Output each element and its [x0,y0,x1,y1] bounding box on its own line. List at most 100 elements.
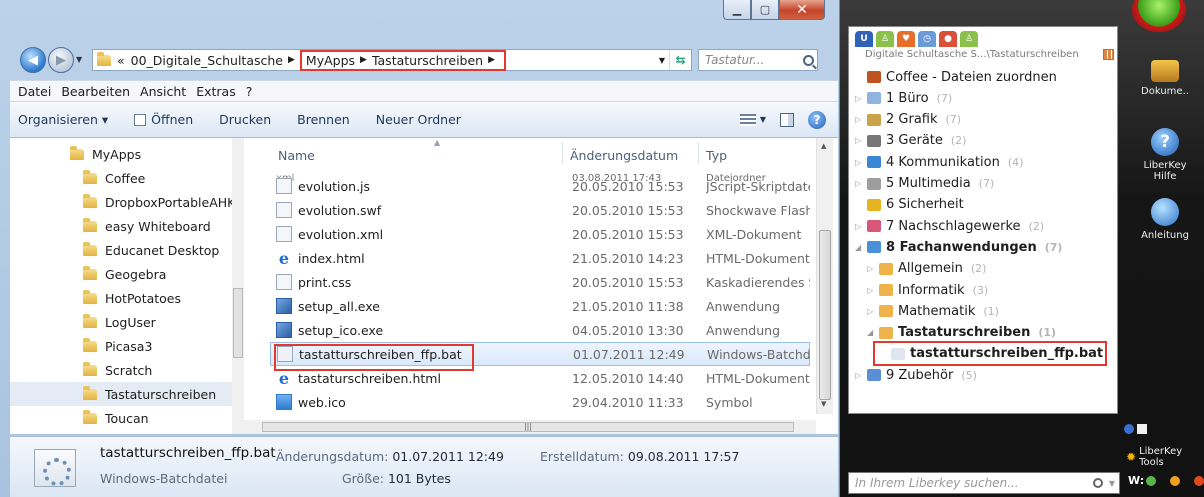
tree-item[interactable]: ▷ 2 Grafik (7) [855,110,961,130]
expand-icon[interactable]: ▷ [867,264,877,273]
expand-icon[interactable]: ▷ [855,158,865,167]
column-type[interactable]: Typ [706,148,727,163]
expand-icon[interactable]: ◢ [855,243,865,252]
minimize-button[interactable]: ▁ [723,0,751,20]
file-row[interactable]: e index.html 21.05.2010 14:23 HTML-Dokument [270,246,810,270]
scroll-down-icon[interactable]: ▼ [821,400,826,408]
chevron-right-icon[interactable]: ▶ [360,55,367,65]
help-icon[interactable]: ? [808,110,826,129]
column-separator[interactable] [698,142,699,164]
chevron-right-icon[interactable]: ▶ [288,55,295,65]
close-button[interactable]: ✕ [779,0,825,20]
guide-shortcut[interactable]: Anleitung [1130,198,1200,241]
search-icon[interactable] [803,54,814,66]
tree-item[interactable]: ◢ Tastaturschreiben (1) [867,323,1056,343]
file-row[interactable]: setup_ico.exe 04.05.2010 13:30 Anwendung [270,318,810,342]
nav-item-xmind[interactable]: Xmind [83,430,145,434]
liberkey-orb-icon[interactable] [1132,0,1186,32]
tree-item[interactable]: ▷ 4 Kommunikation (4) [855,152,1023,172]
expand-icon[interactable]: ▷ [855,115,865,124]
back-button[interactable]: ◀ [20,47,46,73]
print-button[interactable]: Drucken [219,112,271,127]
tab-user-icon[interactable]: ♙ [876,31,894,47]
power-icon[interactable] [1170,475,1181,486]
nav-item-picasa3[interactable]: Picasa3 [83,334,152,358]
nav-item-educanet-desktop[interactable]: Educanet Desktop [83,238,219,262]
tab-tools-icon[interactable]: ● [939,31,957,47]
file-row[interactable]: print.css 20.05.2010 15:53 Kaskadierendes … [270,270,810,294]
tab-user2-icon[interactable]: ♙ [960,31,978,47]
burn-button[interactable]: Brennen [297,112,350,127]
file-hscroll-thumb[interactable]: ||| [262,422,794,432]
tree-item[interactable]: 6 Sicherheit [855,195,964,215]
expand-icon[interactable]: ▷ [855,371,865,380]
view-options-icon[interactable] [739,113,756,126]
nav-item-geogebra[interactable]: Geogebra [83,262,166,286]
breadcrumb-item[interactable]: 00_Digitale_Schultasche [131,53,283,68]
file-list-scrollbar[interactable]: ▲ ▼ [816,138,833,414]
nav-item-easy-whiteboard[interactable]: easy Whiteboard [83,214,211,238]
open-button[interactable]: Öffnen [134,112,193,127]
help-shortcut[interactable]: ? LiberKey Hilfe [1130,128,1200,182]
tab-all-icon[interactable]: U [855,31,873,47]
new-folder-button[interactable]: Neuer Ordner [376,112,461,127]
tray-globe-icon[interactable] [1124,424,1134,434]
menu-help[interactable]: ? [246,84,253,99]
column-name[interactable]: Name [278,148,315,163]
file-row[interactable]: setup_all.exe 21.05.2010 11:38 Anwendung [270,294,810,318]
tree-item[interactable]: ◢ 8 Fachanwendungen (7) [855,237,1062,257]
refresh-icon[interactable]: ⇆ [669,50,691,70]
tree-item[interactable]: ▷ Informatik (3) [867,280,988,300]
expand-icon[interactable]: ▷ [867,286,877,295]
liberkey-search-input[interactable]: In Ihrem Liberkey suchen... ▼ [848,472,1120,494]
nav-item-loguser[interactable]: LogUser [83,310,156,334]
scroll-up-icon[interactable]: ▲ [821,142,826,150]
preview-pane-icon[interactable] [780,112,794,127]
liberkey-tools-button[interactable]: ✹ LiberKey Tools [1126,446,1204,468]
file-scroll-thumb[interactable] [819,230,831,400]
tree-item[interactable]: Coffee - Dateien zuordnen [855,67,1057,87]
file-row[interactable]: evolution.js 20.05.2010 15:53 JScript-Skri… [270,174,810,198]
tree-item[interactable]: ▷ Allgemein (2) [867,259,986,279]
shutdown-icon[interactable] [1194,475,1204,486]
nav-item-root[interactable]: MyApps [70,142,141,166]
address-bar[interactable]: « 00_Digitale_Schultasche ▶ MyApps ▶ Tas… [92,49,692,71]
expand-icon[interactable]: ▷ [855,179,865,188]
search-icon[interactable] [1092,478,1103,488]
nav-item-scratch[interactable]: Scratch [83,358,152,382]
file-list-hscrollbar[interactable]: ||| [244,420,816,434]
tree-item[interactable]: ▷ 9 Zubehör (5) [855,365,977,385]
file-row[interactable]: web.ico 29.04.2010 11:33 Symbol [270,390,810,414]
tab-recent-icon[interactable]: ◷ [918,31,936,47]
nav-item-tastaturschreiben[interactable]: Tastaturschreiben [10,382,238,406]
menu-bearbeiten[interactable]: Bearbeiten [61,84,130,99]
expand-icon[interactable]: ▷ [855,222,865,231]
tab-favorites-icon[interactable]: ♥ [897,31,915,47]
documents-shortcut[interactable]: Dokume.. [1130,60,1200,97]
chevron-right-icon[interactable]: ▶ [488,55,495,65]
forward-button[interactable]: ▶ [48,47,74,73]
nav-scroll-thumb[interactable] [233,288,243,358]
breadcrumb-item[interactable]: MyApps [306,53,355,68]
tree-item[interactable]: ▷ 5 Multimedia (7) [855,174,994,194]
tree-item[interactable]: tastatturschreiben_ffp.bat [873,340,1107,366]
expand-icon[interactable]: ▷ [855,136,865,145]
tree-item[interactable]: ▷ Mathematik (1) [867,301,999,321]
maximize-button[interactable]: ▢ [751,0,779,20]
tree-item[interactable]: ▷ 7 Nachschlagewerke (2) [855,216,1044,236]
expand-icon[interactable]: ◢ [867,328,877,337]
nav-item-dropboxportableahk[interactable]: DropboxPortableAHK [83,190,235,214]
organize-button[interactable]: Organisieren ▾ [18,112,108,127]
drive-status-icon[interactable] [1146,475,1157,486]
search-dropdown-icon[interactable]: ▼ [1109,479,1115,488]
breadcrumb-item[interactable]: Tastaturschreiben [372,53,483,68]
nav-scrollbar[interactable] [232,138,244,434]
column-date[interactable]: Änderungsdatum [570,148,678,163]
nav-item-coffee[interactable]: Coffee [83,166,145,190]
column-separator[interactable] [562,142,563,164]
nav-item-toucan[interactable]: Toucan [83,406,149,430]
tray-window-icon[interactable] [1137,424,1147,434]
file-row[interactable]: evolution.swf 20.05.2010 15:53 Shockwave F… [270,198,810,222]
address-dropdown-icon[interactable]: ▼ [655,56,669,65]
tree-item[interactable]: ▷ 1 Büro (7) [855,88,952,108]
